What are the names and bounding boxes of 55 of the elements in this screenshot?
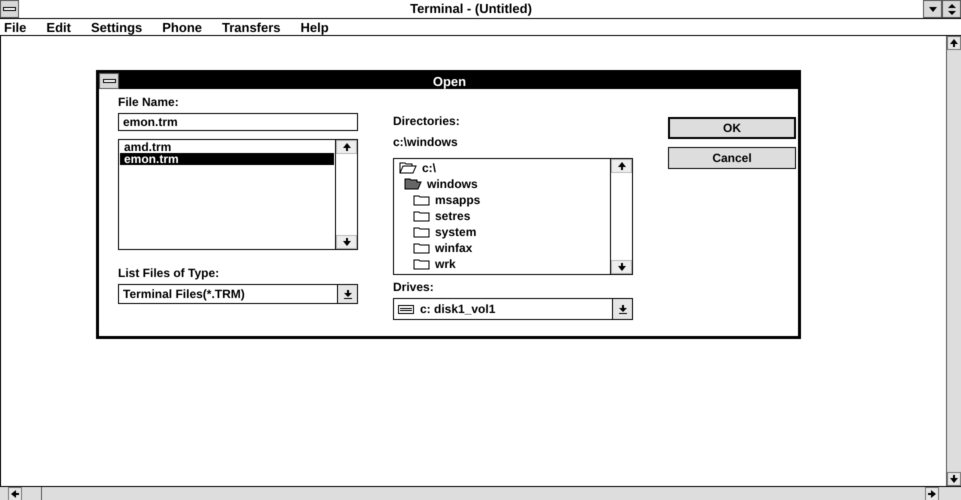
file-name-field[interactable]: emon.trm bbox=[118, 113, 358, 131]
folder-icon bbox=[413, 194, 430, 206]
up-arrow-icon bbox=[618, 162, 626, 170]
drop-down-arrow-icon bbox=[618, 304, 626, 314]
directory-item[interactable]: setres bbox=[395, 208, 609, 224]
filename-entry[interactable]: emon.trm bbox=[120, 153, 334, 165]
dialog-button[interactable]: Cancel bbox=[668, 147, 796, 169]
directory-item[interactable]: c:\ bbox=[395, 160, 609, 176]
menu-item[interactable]: Edit bbox=[46, 19, 85, 35]
directory-item[interactable]: msapps bbox=[395, 192, 609, 208]
directory-item[interactable]: windows bbox=[395, 176, 609, 192]
up-arrow-icon bbox=[950, 39, 958, 47]
field-label: List Files of Type: bbox=[118, 266, 220, 280]
file-type-dropdown[interactable]: Terminal Files(*.TRM) bbox=[118, 284, 358, 304]
bar-icon bbox=[3, 7, 16, 11]
field-label: Drives: bbox=[393, 280, 435, 294]
drives-dropdown[interactable]: c: disk1_vol1 bbox=[393, 298, 633, 320]
drop-down-arrow-icon bbox=[344, 290, 352, 298]
down-arrow-icon bbox=[618, 263, 626, 271]
folder-icon bbox=[413, 210, 430, 222]
directory-item[interactable]: winfax bbox=[395, 240, 609, 256]
horizontal-scrollbar[interactable] bbox=[0, 486, 961, 500]
bar-icon bbox=[102, 79, 116, 83]
menu-item[interactable]: Help bbox=[300, 19, 343, 35]
dialog-button[interactable]: OK bbox=[668, 117, 796, 139]
menu-item[interactable]: Transfers bbox=[222, 19, 295, 35]
window-title: Terminal - (Untitled) bbox=[409, 0, 533, 18]
vertical-scrollbar[interactable] bbox=[946, 36, 961, 486]
open-folder-icon bbox=[399, 162, 417, 174]
dialog-title: Open bbox=[432, 74, 468, 88]
right-arrow-icon bbox=[928, 490, 936, 498]
system-menu-button[interactable] bbox=[0, 0, 19, 18]
field-label: File Name: bbox=[118, 95, 180, 109]
minimize-button[interactable] bbox=[923, 0, 942, 18]
up-arrow-icon bbox=[342, 143, 350, 151]
drive-icon bbox=[398, 304, 414, 314]
directory-item[interactable]: system bbox=[395, 224, 609, 240]
folder-icon bbox=[413, 258, 430, 270]
folder-icon bbox=[413, 226, 430, 238]
directory-item[interactable]: wrk bbox=[395, 256, 609, 272]
down-arrow-icon bbox=[342, 238, 350, 246]
caret-down-icon bbox=[928, 6, 936, 12]
restore-button[interactable] bbox=[942, 0, 961, 18]
folder-icon bbox=[413, 242, 430, 254]
field-label: Directories: bbox=[393, 114, 461, 128]
filename-entry[interactable]: amd.trm bbox=[120, 141, 334, 153]
up-down-arrows-icon bbox=[948, 4, 956, 14]
directory-path: c:\windows bbox=[393, 135, 459, 149]
menu-item[interactable]: Settings bbox=[90, 19, 156, 35]
down-arrow-icon bbox=[950, 475, 958, 483]
open-folder-icon bbox=[404, 178, 422, 190]
menu-item[interactable]: File bbox=[4, 19, 40, 35]
menu-item[interactable]: Phone bbox=[162, 19, 216, 35]
system-menu-button[interactable] bbox=[99, 73, 119, 89]
left-arrow-icon bbox=[11, 490, 19, 498]
